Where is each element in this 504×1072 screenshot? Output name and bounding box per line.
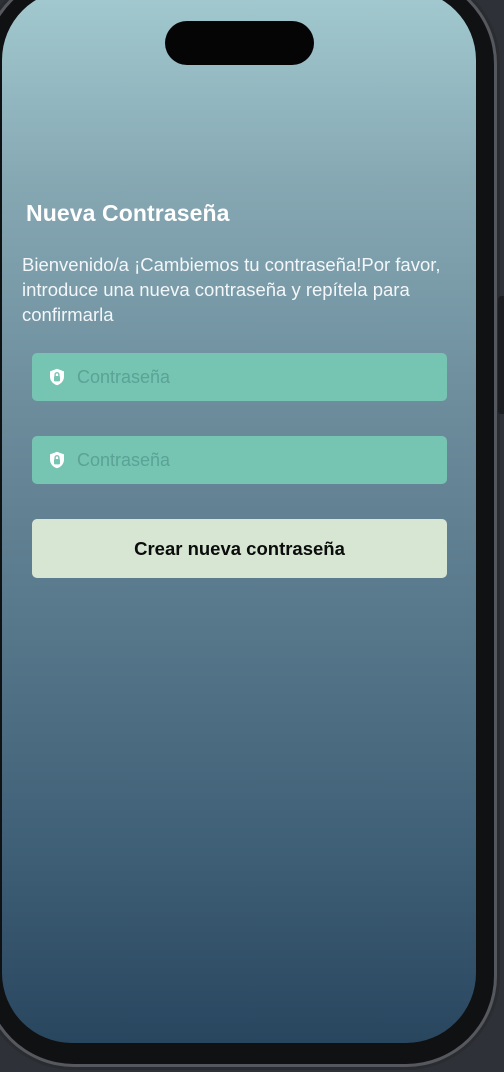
device-stage: Nueva Contraseña Bienvenido/a ¡Cambiemos…	[0, 0, 504, 1072]
create-password-button[interactable]: Crear nueva contraseña	[32, 519, 447, 578]
confirm-password-field[interactable]	[32, 436, 447, 484]
lock-shield-icon	[50, 451, 64, 469]
confirm-password-input[interactable]	[77, 436, 447, 484]
password-input[interactable]	[77, 353, 447, 401]
app-screen: Nueva Contraseña Bienvenido/a ¡Cambiemos…	[2, 0, 476, 1043]
page-title: Nueva Contraseña	[26, 200, 230, 226]
dynamic-island	[165, 21, 314, 65]
page-subtitle: Bienvenido/a ¡Cambiemos tu contraseña!Po…	[22, 254, 441, 325]
side-button	[498, 296, 504, 414]
lock-shield-icon	[50, 368, 64, 386]
password-field[interactable]	[32, 353, 447, 401]
